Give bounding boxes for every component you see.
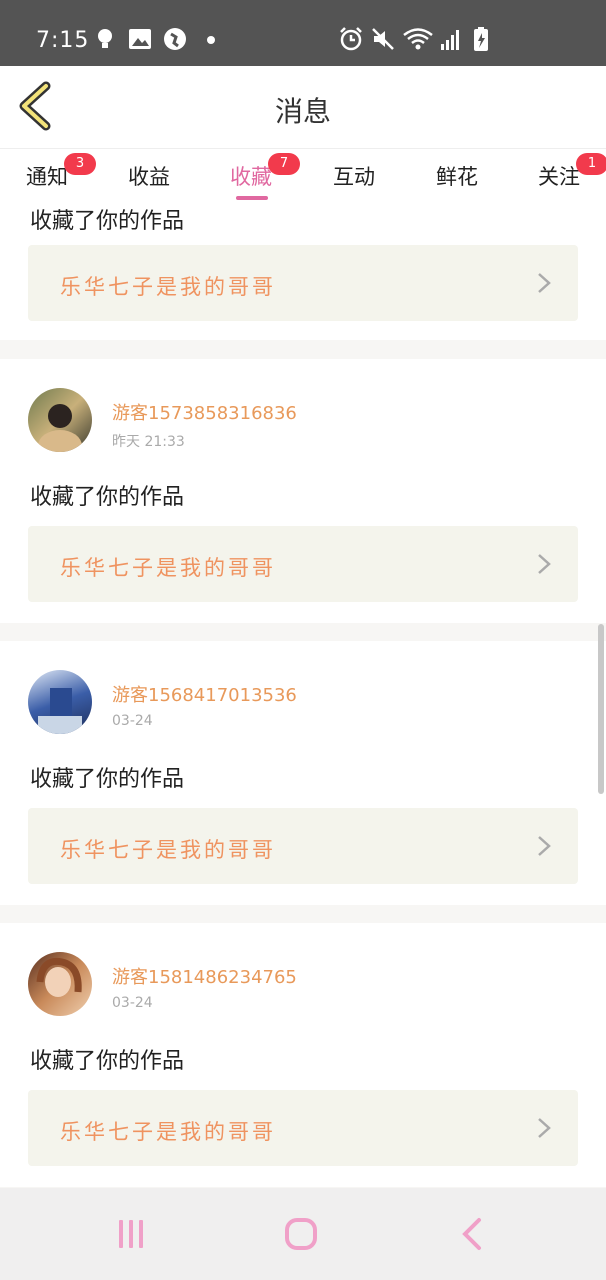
tab-label: 通知 [26,165,68,189]
avatar-photo [38,688,82,734]
message-card: 收藏了你的作品 乐华七子是我的哥哥 [0,205,606,340]
tab-label: 鲜花 [436,165,478,189]
timestamp: 03-24 [112,713,153,729]
chevron-right-icon [538,1118,551,1138]
work-link[interactable]: 乐华七子是我的哥哥 [28,245,578,321]
action-text: 收藏了你的作品 [30,209,185,234]
work-link[interactable]: 乐华七子是我的哥哥 [28,808,578,884]
recent-apps-icon[interactable] [113,1216,149,1252]
tab-bar: 通知 3 收益 收藏 7 互动 鲜花 关注 1 [0,149,606,205]
unread-badge: 3 [64,153,96,175]
tab-earnings[interactable]: 收益 [128,161,170,191]
wifi-icon [403,28,433,50]
scrollbar[interactable] [598,624,604,794]
avatar[interactable] [28,670,92,734]
message-card: 游客1573858316836 昨天 21:33 收藏了你的作品 乐华七子是我的… [0,359,606,623]
tab-following[interactable]: 关注 1 [538,153,606,191]
chevron-right-icon [538,554,551,574]
back-icon[interactable] [455,1216,491,1252]
unread-badge: 7 [268,153,300,175]
image-icon [129,29,151,49]
battery-icon [474,27,488,51]
mute-icon [372,28,394,50]
page-title: 消息 [274,95,331,128]
system-nav-bar [0,1188,606,1280]
avatar-photo [38,404,82,452]
status-time: 7:15 [36,28,90,53]
username[interactable]: 游客1568417013536 [112,681,297,707]
unread-badge: 1 [576,153,606,175]
message-list[interactable]: 收藏了你的作品 乐华七子是我的哥哥 游客1573858316836 昨天 21:… [0,205,606,1188]
username[interactable]: 游客1581486234765 [112,963,297,989]
tab-label: 互动 [333,165,375,189]
active-tab-indicator [236,196,268,200]
timestamp: 03-24 [112,995,153,1011]
alarm-icon [340,27,362,51]
status-bar: 7:15 [0,0,606,66]
dot-icon [207,36,215,44]
tab-favorites[interactable]: 收藏 7 [230,153,300,191]
avatar[interactable] [28,952,92,1016]
avatar[interactable] [28,388,92,452]
globe-icon [164,28,186,50]
work-title: 乐华七子是我的哥哥 [60,838,276,862]
home-icon[interactable] [283,1216,319,1252]
action-text: 收藏了你的作品 [30,485,185,510]
work-title: 乐华七子是我的哥哥 [60,556,276,580]
tab-label: 关注 [538,165,580,189]
work-title: 乐华七子是我的哥哥 [60,1120,276,1144]
work-link[interactable]: 乐华七子是我的哥哥 [28,1090,578,1166]
tab-interactions[interactable]: 互动 [333,161,375,191]
tab-label: 收藏 [230,165,272,189]
message-card: 游客1581486234765 03-24 收藏了你的作品 乐华七子是我的哥哥 [0,923,606,1187]
action-text: 收藏了你的作品 [30,767,185,792]
username[interactable]: 游客1573858316836 [112,399,297,425]
chevron-right-icon [538,836,551,856]
avatar-photo [36,957,82,997]
work-link[interactable]: 乐华七子是我的哥哥 [28,526,578,602]
timestamp: 昨天 21:33 [112,434,185,450]
work-title: 乐华七子是我的哥哥 [60,275,276,299]
chevron-right-icon [538,273,551,293]
lightbulb-icon [98,29,112,48]
message-card: 游客1568417013536 03-24 收藏了你的作品 乐华七子是我的哥哥 [0,641,606,905]
tab-label: 收益 [128,165,170,189]
app-header: 消息 [0,66,606,149]
tab-notifications[interactable]: 通知 3 [26,153,96,191]
action-text: 收藏了你的作品 [30,1049,185,1074]
signal-icon [441,30,459,50]
tab-flowers[interactable]: 鲜花 [436,161,478,191]
